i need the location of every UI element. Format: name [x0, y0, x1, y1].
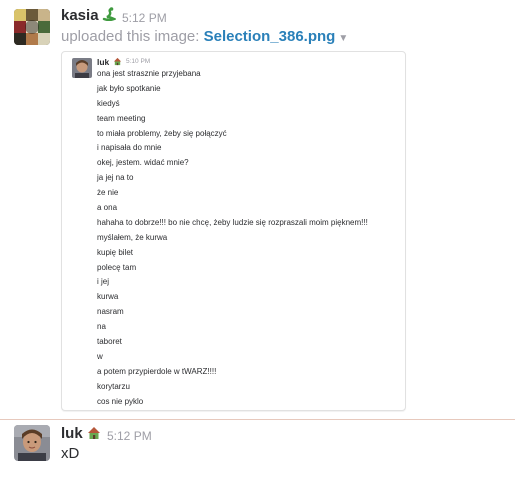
screenshot-line: okej, jestem. widać mnie? — [97, 158, 189, 168]
screenshot-line: nasram — [97, 307, 124, 317]
screenshot-timestamp: 5:10 PM — [126, 58, 151, 65]
screenshot-line: i napisała do mnie — [97, 143, 162, 153]
message-text: xD — [61, 445, 80, 462]
snake-icon — [102, 7, 116, 21]
house-icon — [88, 427, 100, 439]
screenshot-line: cos nie pyklo — [97, 396, 144, 406]
file-name-link[interactable]: Selection_386.png — [204, 28, 336, 45]
avatar[interactable] — [14, 425, 50, 461]
caret-down-icon[interactable]: ▼ — [338, 33, 348, 44]
message-luk: luk 5:12 PM xD — [0, 420, 515, 484]
screenshot-line: w — [97, 351, 103, 361]
screenshot-avatar — [72, 58, 92, 78]
screenshot-line: ona jest strasznie przyjebana — [97, 69, 201, 78]
image-preview[interactable]: luk 5:10 PM ona jest strasznie przyjeban… — [61, 51, 406, 411]
author-name[interactable]: luk — [61, 425, 83, 442]
screenshot-line: i jej — [97, 277, 110, 287]
house-icon — [113, 57, 122, 66]
screenshot-line: że nie — [97, 188, 119, 198]
screenshot-author-name: luk — [97, 57, 110, 67]
upload-action-text: uploaded this image: — [61, 28, 200, 45]
screenshot-line: kurwa — [97, 292, 119, 302]
screenshot-line: to miała problemy, żeby się połączyć — [97, 128, 227, 138]
screenshot-line: hahaha to dobrze!!! bo nie chcę, żeby lu… — [97, 217, 368, 227]
screenshot-line: na — [97, 322, 106, 332]
screenshot-line: a ona — [97, 203, 118, 213]
screenshot-line: a potem przypierdole w tWARZ!!!! — [97, 366, 217, 376]
timestamp[interactable]: 5:12 PM — [122, 11, 167, 25]
author-name[interactable]: kasia — [61, 7, 99, 24]
screenshot-line: polecę tam — [97, 262, 137, 272]
screenshot-line: taboret — [97, 337, 122, 347]
screenshot-line: kupię bilet — [97, 247, 134, 257]
avatar[interactable] — [14, 9, 50, 45]
screenshot-line: jak było spotkanie — [97, 83, 161, 93]
upload-line: uploaded this image: Selection_386.png ▼ — [61, 28, 348, 45]
screenshot-line: ja jej na to — [97, 173, 134, 183]
screenshot-line: kiedyś — [97, 98, 120, 108]
timestamp[interactable]: 5:12 PM — [107, 429, 152, 443]
screenshot-line: korytarzu — [97, 381, 130, 391]
message-kasia: kasia 5:12 PM uploaded this image: Selec… — [0, 0, 515, 415]
screenshot-line: xD — [97, 409, 368, 410]
screenshot-line: team meeting — [97, 113, 146, 123]
screenshot-message-lines: ona jest strasznie przyjebana jak było s… — [97, 67, 368, 410]
screenshot-line: myślałem, że kurwa — [97, 232, 168, 242]
